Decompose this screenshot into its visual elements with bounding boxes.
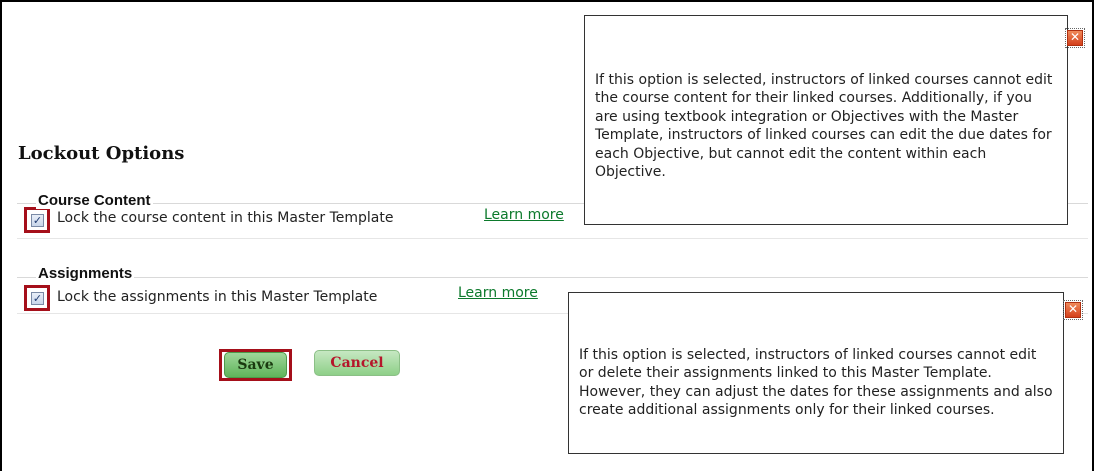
page-title: Lockout Options [18,143,185,164]
assignments-tooltip: ✕ If this option is selected, instructor… [568,292,1083,454]
cancel-button[interactable]: Cancel [314,350,400,376]
course-content-checkbox-label: Lock the course content in this Master T… [57,210,394,226]
course-content-group-label: Course Content [36,192,153,209]
assignments-learn-more-link[interactable]: Learn more [458,285,538,301]
assignments-checkbox-highlight: ✓ [24,285,50,311]
assignments-checkbox-label: Lock the assignments in this Master Temp… [57,289,378,305]
save-button[interactable]: Save [224,352,287,378]
assignments-checkbox[interactable]: ✓ [31,292,44,305]
course-content-group-bottom [17,238,1088,239]
assignments-group-label: Assignments [36,265,135,282]
close-icon[interactable]: ✕ [1067,30,1083,46]
assignments-group-border [17,277,1088,278]
course-content-checkbox[interactable]: ✓ [31,214,44,227]
close-icon[interactable]: ✕ [1065,302,1081,318]
save-button-highlight: Save [219,349,292,381]
course-content-tooltip: ✕ If this option is selected, instructor… [584,15,1085,225]
assignments-tooltip-text: If this option is selected, instructors … [579,347,1053,419]
course-content-checkbox-highlight: ✓ [24,207,50,233]
course-content-tooltip-text: If this option is selected, instructors … [595,72,1053,181]
course-content-learn-more-link[interactable]: Learn more [484,207,564,223]
